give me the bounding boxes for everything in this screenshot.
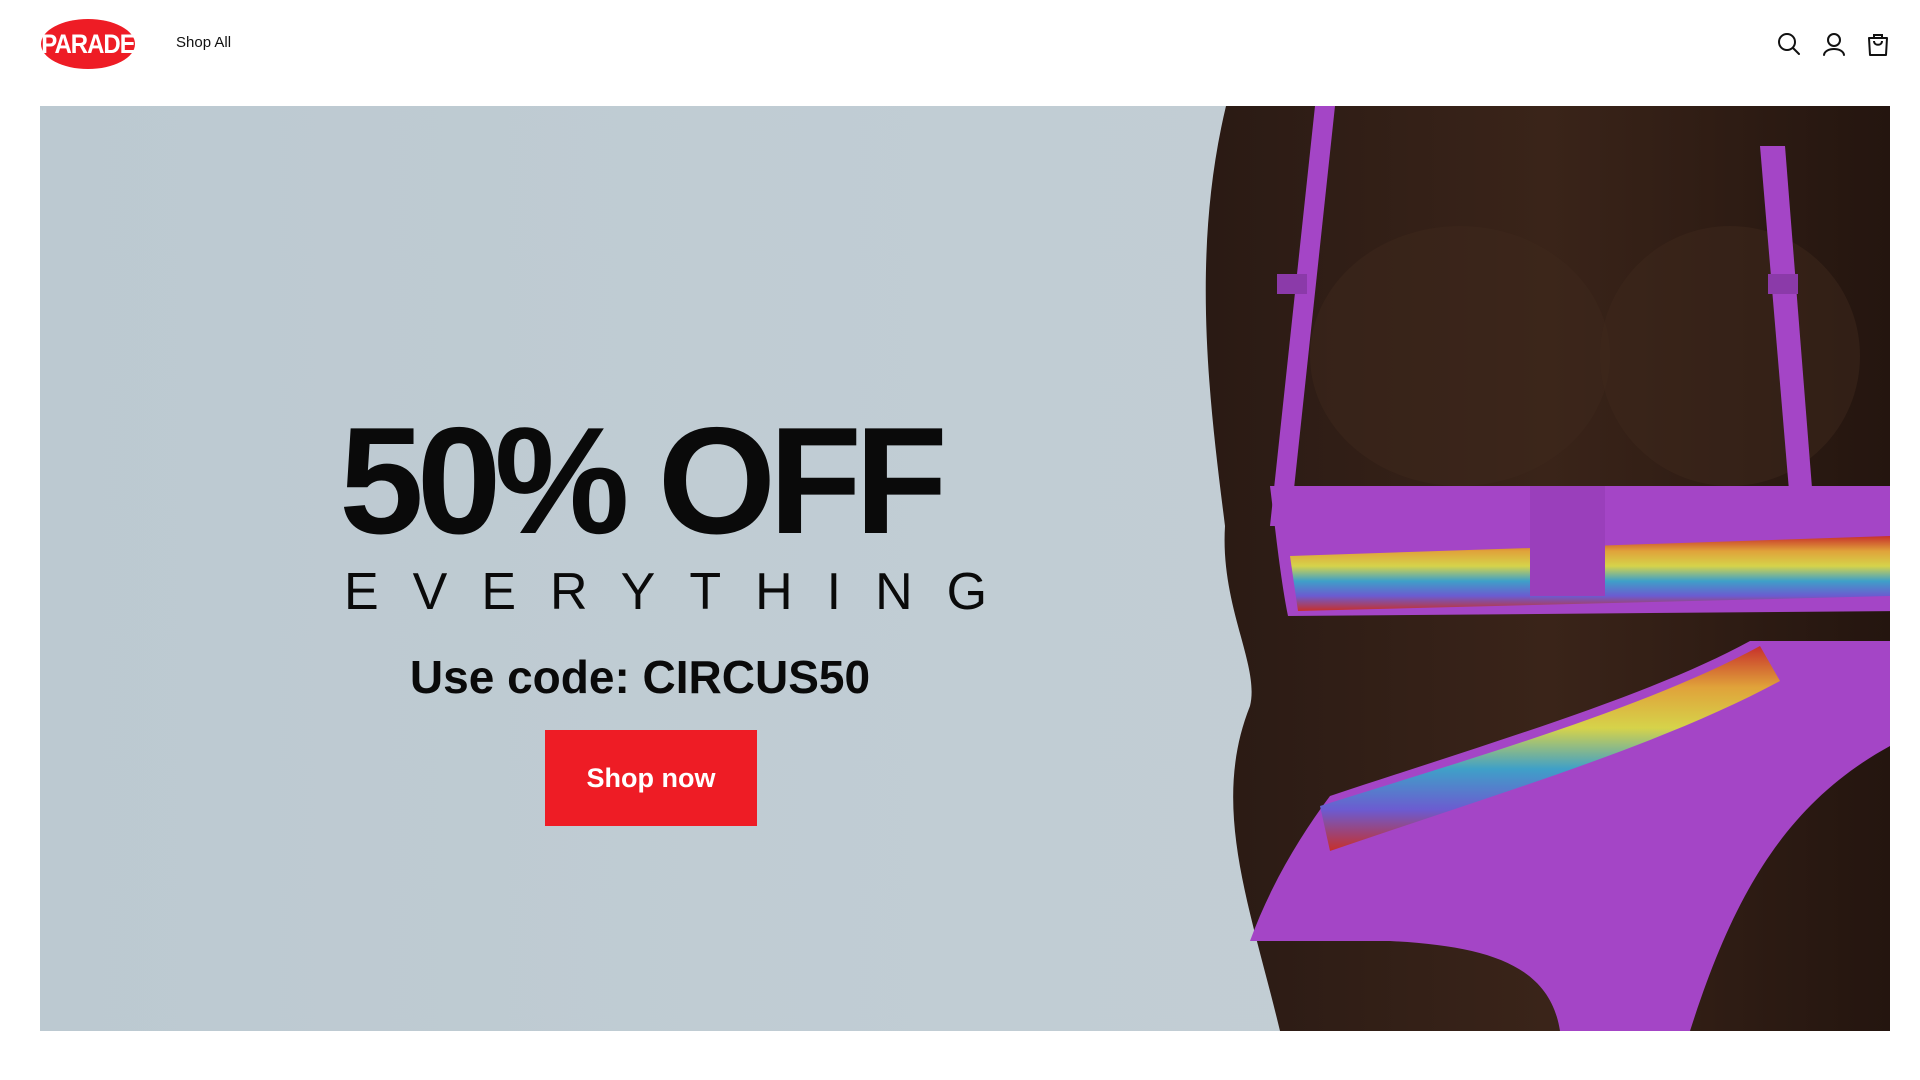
hero-headline: 50% OFF — [339, 396, 947, 566]
logo-text: PARADE — [41, 30, 135, 59]
nav-shop-all[interactable]: Shop All — [176, 34, 231, 51]
hero-banner: 50% OFF EVERYTHING Use code: CIRCUS50 Sh… — [40, 106, 1890, 1031]
hero-subhead: EVERYTHING — [344, 563, 1022, 621]
account-icon[interactable] — [1821, 31, 1847, 57]
search-icon[interactable] — [1776, 31, 1802, 57]
shop-now-button[interactable]: Shop now — [545, 730, 757, 826]
site-header: PARADE Shop All — [0, 0, 1920, 106]
cart-icon[interactable] — [1865, 31, 1891, 57]
hero-model-image — [1205, 106, 1890, 1031]
hero-text-block: 50% OFF EVERYTHING Use code: CIRCUS50 — [310, 396, 1022, 704]
parade-logo[interactable]: PARADE — [40, 18, 136, 70]
promo-code: Use code: CIRCUS50 — [409, 651, 871, 703]
